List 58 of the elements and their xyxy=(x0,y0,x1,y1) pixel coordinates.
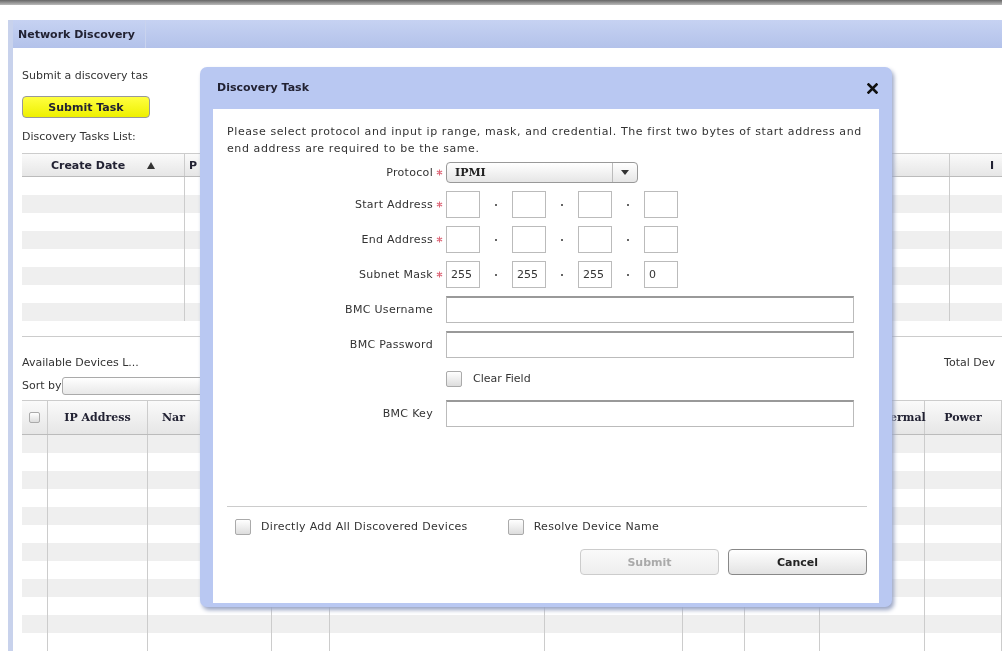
section-text: Submit a discovery tas xyxy=(22,68,148,84)
column-header[interactable]: IP Address xyxy=(64,411,131,424)
close-icon[interactable] xyxy=(867,82,878,94)
field-label: Protocol xyxy=(385,166,433,179)
dot-separator xyxy=(627,203,629,206)
octet-field[interactable] xyxy=(578,191,612,218)
dot-separator xyxy=(627,238,629,241)
submit-task-button[interactable]: Submit Task xyxy=(22,96,150,118)
checkbox[interactable] xyxy=(235,519,251,535)
dialog-button[interactable]: Cancel xyxy=(728,549,867,575)
dot-separator xyxy=(495,273,497,276)
column-header[interactable]: Nar xyxy=(162,411,185,424)
octet-field[interactable] xyxy=(446,191,480,218)
field-label: BMC Key xyxy=(381,407,433,420)
checkbox[interactable] xyxy=(29,412,40,423)
sort-label: Sort by xyxy=(22,378,62,394)
octet-field[interactable] xyxy=(512,226,546,253)
tab[interactable]: Network Discovery xyxy=(13,20,146,48)
dot-separator xyxy=(495,203,497,206)
text-field[interactable] xyxy=(446,296,854,323)
checkbox[interactable] xyxy=(446,371,462,387)
checkbox[interactable] xyxy=(507,519,524,535)
dot-separator xyxy=(495,238,497,241)
total-label: Total Dev xyxy=(944,355,995,371)
checkbox-label: Resolve Device Name xyxy=(533,519,660,535)
protocol-dropdown[interactable]: IPMI xyxy=(446,162,638,183)
column-header[interactable]: P xyxy=(189,158,198,172)
octet-field[interactable] xyxy=(512,191,546,218)
section-title: Available Devices L... xyxy=(22,355,139,371)
dot-separator xyxy=(627,273,629,276)
octet-field[interactable] xyxy=(578,226,612,253)
field-label: Subnet Mask xyxy=(357,268,433,281)
dialog-title: Discovery Task xyxy=(217,80,309,96)
caret-icon xyxy=(621,170,629,175)
text-field[interactable] xyxy=(446,331,854,358)
column-header[interactable]: ermal xyxy=(890,411,926,424)
instruction-text: Please select protocol and input ip range, mask, and credential. The first two bytes of start address and end address are required to be the same. xyxy=(227,124,863,157)
field-label: BMC Username xyxy=(344,303,433,316)
text-field[interactable] xyxy=(446,400,854,427)
column-header[interactable]: I xyxy=(989,158,994,172)
octet-field[interactable] xyxy=(446,226,480,253)
list-title: Discovery Tasks List: xyxy=(22,129,136,145)
octet-field[interactable]: 255 xyxy=(512,261,546,288)
column-header[interactable]: Power xyxy=(944,411,982,424)
octet-field[interactable] xyxy=(644,226,678,253)
octet-field[interactable] xyxy=(644,191,678,218)
checkbox-label: Clear Field xyxy=(473,371,531,387)
octet-field[interactable]: 0 xyxy=(644,261,678,288)
field-label: BMC Password xyxy=(348,338,433,351)
dot-separator xyxy=(561,203,563,206)
field-label: Start Address xyxy=(353,198,433,211)
octet-field[interactable]: 255 xyxy=(578,261,612,288)
dot-separator xyxy=(561,238,563,241)
dot-separator xyxy=(561,273,563,276)
checkbox-label: Directly Add All Discovered Devices xyxy=(261,519,468,535)
column-header[interactable]: Create Date xyxy=(50,158,126,172)
octet-field[interactable]: 255 xyxy=(446,261,480,288)
field-label: End Address xyxy=(360,233,433,246)
